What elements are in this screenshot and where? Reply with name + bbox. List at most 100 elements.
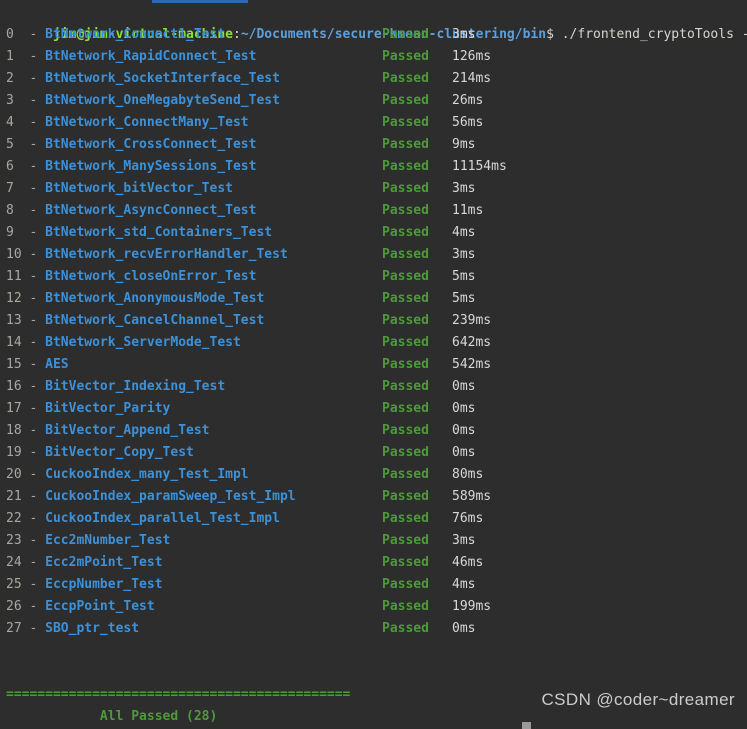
test-name: CuckooIndex_many_Test_Impl xyxy=(45,467,249,482)
test-index: 24 xyxy=(6,555,22,570)
dash-name-gap xyxy=(37,445,45,460)
test-duration: 0ms xyxy=(452,445,476,460)
status-badge: Passed xyxy=(382,93,429,108)
table-row: 13 - BtNetwork_CancelChannel_Test Passed 2… xyxy=(0,310,747,332)
test-duration: 199ms xyxy=(452,599,492,614)
test-duration: 5ms xyxy=(452,291,476,306)
test-index: 25 xyxy=(6,577,22,592)
status-badge: Passed xyxy=(382,115,429,130)
dash-name-gap xyxy=(37,181,45,196)
status-badge: Passed xyxy=(382,181,429,196)
test-name: BtNetwork_ManySessions_Test xyxy=(45,159,257,174)
table-row: 16 - BitVector_Indexing_Test Passed 0ms xyxy=(0,376,747,398)
test-duration: 589ms xyxy=(452,489,492,504)
test-name: BtNetwork_AsyncConnect_Test xyxy=(45,203,257,218)
dash-name-gap xyxy=(37,27,45,42)
test-duration: 3ms xyxy=(452,27,476,42)
dash-name-gap xyxy=(37,313,45,328)
test-name: BitVector_Parity xyxy=(45,401,171,416)
status-badge: Passed xyxy=(382,599,429,614)
test-duration: 3ms xyxy=(452,181,476,196)
status-badge: Passed xyxy=(382,49,429,64)
table-row: 26 - EccpPoint_Test Passed 199ms xyxy=(0,596,747,618)
status-badge: Passed xyxy=(382,357,429,372)
status-badge: Passed xyxy=(382,467,429,482)
test-index: 22 xyxy=(6,511,22,526)
status-badge: Passed xyxy=(382,445,429,460)
index-name-gap xyxy=(14,137,30,152)
test-name: BtNetwork_CrossConnect_Test xyxy=(45,137,257,152)
index-name-gap xyxy=(14,93,30,108)
test-name: BtNetwork_recvErrorHandler_Test xyxy=(45,247,288,262)
test-duration: 4ms xyxy=(452,225,476,240)
test-name: SBO_ptr_test xyxy=(45,621,140,636)
dash-name-gap xyxy=(37,203,45,218)
index-name-gap xyxy=(14,159,30,174)
test-duration: 239ms xyxy=(452,313,492,328)
dash-name-gap xyxy=(37,71,45,86)
table-row: 7 - BtNetwork_bitVector_Test Passed 3ms xyxy=(0,178,747,200)
test-name: BtNetwork_RapidConnect_Test xyxy=(45,49,257,64)
dash-name-gap xyxy=(37,621,45,636)
table-row: 0 - BtNetwork_Connect1_Test Passed 3ms xyxy=(0,24,747,46)
test-name: BtNetwork_OneMegabyteSend_Test xyxy=(45,93,280,108)
test-duration: 9ms xyxy=(452,137,476,152)
index-name-gap xyxy=(14,225,30,240)
dash-name-gap xyxy=(37,115,45,130)
status-badge: Passed xyxy=(382,401,429,416)
test-index: 20 xyxy=(6,467,22,482)
test-index: 27 xyxy=(6,621,22,636)
status-badge: Passed xyxy=(382,291,429,306)
dash-name-gap xyxy=(37,467,45,482)
terminal-window[interactable]: jim@jim-virtual-machine:~/Documents/secu… xyxy=(0,0,747,729)
status-badge: Passed xyxy=(382,511,429,526)
status-badge: Passed xyxy=(382,137,429,152)
table-row: 12 - BtNetwork_AnonymousMode_Test Passed 5… xyxy=(0,288,747,310)
test-index: 11 xyxy=(6,269,22,284)
test-index: 2 xyxy=(6,71,14,86)
table-row: 15 - AES Passed 542ms xyxy=(0,354,747,376)
test-index: 9 xyxy=(6,225,14,240)
test-name: BtNetwork_std_Containers_Test xyxy=(45,225,273,240)
dash-name-gap xyxy=(37,49,45,64)
test-index: 1 xyxy=(6,49,14,64)
test-name: BitVector_Append_Test xyxy=(45,423,210,438)
test-duration: 4ms xyxy=(452,577,476,592)
test-result-list: 0 - BtNetwork_Connect1_Test Passed 3ms 1 - … xyxy=(0,24,747,640)
test-index: 10 xyxy=(6,247,22,262)
test-name: BtNetwork_ConnectMany_Test xyxy=(45,115,249,130)
test-name: BtNetwork_AnonymousMode_Test xyxy=(45,291,265,306)
table-row: 19 - BitVector_Copy_Test Passed 0ms xyxy=(0,442,747,464)
test-index: 14 xyxy=(6,335,22,350)
test-duration: 3ms xyxy=(452,247,476,262)
dash-name-gap xyxy=(37,247,45,262)
table-row: 8 - BtNetwork_AsyncConnect_Test Passed 11m… xyxy=(0,200,747,222)
status-badge: Passed xyxy=(382,71,429,86)
test-duration: 542ms xyxy=(452,357,492,372)
table-row: 1 - BtNetwork_RapidConnect_Test Passed 126… xyxy=(0,46,747,68)
test-index: 6 xyxy=(6,159,14,174)
shell-prompt-line: jim@jim-virtual-machine:~/Documents/secu… xyxy=(0,2,747,42)
test-duration: 214ms xyxy=(452,71,492,86)
test-duration: 0ms xyxy=(452,379,476,394)
index-name-gap xyxy=(14,115,30,130)
test-duration: 11ms xyxy=(452,203,484,218)
test-index: 3 xyxy=(6,93,14,108)
test-index: 26 xyxy=(6,599,22,614)
table-row: 3 - BtNetwork_OneMegabyteSend_Test Passed… xyxy=(0,90,747,112)
index-name-gap xyxy=(14,27,30,42)
test-duration: 0ms xyxy=(452,401,476,416)
test-name: CuckooIndex_paramSweep_Test_Impl xyxy=(45,489,296,504)
table-row: 18 - BitVector_Append_Test Passed 0ms xyxy=(0,420,747,442)
table-row: 4 - BtNetwork_ConnectMany_Test Passed 56ms xyxy=(0,112,747,134)
dash-name-gap xyxy=(37,357,45,372)
index-name-gap xyxy=(14,71,30,86)
test-index: 7 xyxy=(6,181,14,196)
dash-name-gap xyxy=(37,225,45,240)
test-duration: 46ms xyxy=(452,555,484,570)
test-duration: 80ms xyxy=(452,467,484,482)
dash-name-gap xyxy=(37,379,45,394)
status-badge: Passed xyxy=(382,423,429,438)
test-index: 8 xyxy=(6,203,14,218)
dash-name-gap xyxy=(37,599,45,614)
